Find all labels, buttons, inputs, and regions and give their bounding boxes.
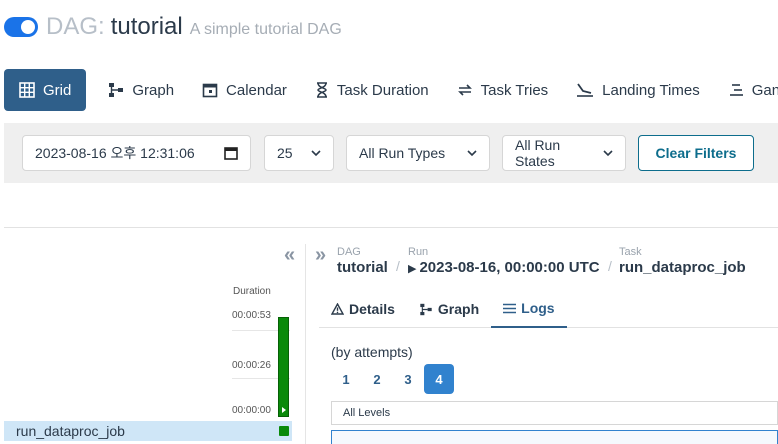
log-level-value: All Levels <box>343 407 391 419</box>
tab-logs[interactable]: Logs <box>491 290 567 328</box>
tab-gantt-label: Gantt <box>751 81 778 99</box>
execution-date-value: 2023-08-16 오후 12:31:06 <box>35 145 195 161</box>
dag-id: tutorial <box>110 13 183 40</box>
chevron-down-icon <box>603 149 613 157</box>
play-icon: ▶ <box>408 263 417 275</box>
dag-header: DAG: tutorial A simple tutorial DAG <box>4 10 342 44</box>
tab-task-duration[interactable]: Task Duration <box>301 69 443 111</box>
tab-detail-graph-label: Graph <box>437 301 480 317</box>
graph-icon <box>419 303 433 316</box>
log-level-select[interactable]: All Levels <box>331 401 778 425</box>
run-type-value: All Run Types <box>359 145 446 161</box>
dag-description: A simple tutorial DAG <box>189 21 342 38</box>
dag-pause-toggle[interactable] <box>4 17 38 37</box>
attempt-button-1[interactable]: 1 <box>331 364 361 394</box>
tab-details-label: Details <box>349 301 395 317</box>
tab-grid-label: Grid <box>43 81 72 99</box>
dag-prefix: DAG: <box>46 13 105 40</box>
play-icon <box>282 407 286 413</box>
breadcrumb-run-label: Run <box>408 246 429 258</box>
attempt-button-2[interactable]: 2 <box>362 364 392 394</box>
detail-tabs: Details Graph Logs <box>319 290 778 328</box>
breadcrumb-dag-label: DAG <box>337 246 361 258</box>
calendar-picker-icon[interactable] <box>224 146 238 160</box>
breadcrumb-task[interactable]: Task run_dataproc_job <box>619 246 746 276</box>
filter-bar: 2023-08-16 오후 12:31:06 25 All Run Types … <box>4 123 778 183</box>
warning-icon <box>331 303 344 315</box>
num-runs-select[interactable]: 25 <box>264 135 334 171</box>
duration-tick-mid: 00:00:26 <box>232 360 271 371</box>
tab-landing-times[interactable]: Landing Times <box>562 69 714 111</box>
duration-tick-zero: 00:00:00 <box>232 405 271 416</box>
duration-axis-label: Duration <box>233 286 271 297</box>
tab-logs-label: Logs <box>521 300 555 316</box>
tab-graph[interactable]: Graph <box>94 69 188 111</box>
run-state-select[interactable]: All Run States <box>502 135 626 171</box>
duration-tick-max: 00:00:53 <box>232 310 271 321</box>
task-row[interactable]: run_dataproc_job <box>4 421 292 441</box>
tab-calendar-label: Calendar <box>226 81 287 99</box>
breadcrumb-run-value: 2023-08-16, 00:00:00 UTC <box>419 259 600 276</box>
tab-detail-graph[interactable]: Graph <box>407 290 491 328</box>
breadcrumb-run-row: ▶ 2023-08-16, 00:00:00 UTC <box>408 259 600 276</box>
run-state-value: All Run States <box>515 137 561 169</box>
tab-details[interactable]: Details <box>319 290 407 328</box>
landing-icon <box>576 82 594 98</box>
execution-date-input[interactable]: 2023-08-16 오후 12:31:06 <box>22 135 251 171</box>
chevron-down-icon <box>311 149 321 157</box>
hourglass-icon <box>315 82 329 98</box>
gantt-icon <box>728 82 744 98</box>
num-runs-value: 25 <box>277 145 293 161</box>
tab-calendar[interactable]: Calendar <box>188 69 301 111</box>
tab-landing-times-label: Landing Times <box>602 81 700 99</box>
breadcrumb-dag[interactable]: DAG tutorial <box>337 246 388 276</box>
tab-grid[interactable]: Grid <box>4 69 87 111</box>
panel-splitter[interactable] <box>305 244 306 444</box>
section-divider <box>4 227 778 228</box>
tab-task-tries-label: Task Tries <box>480 81 549 99</box>
tab-gantt[interactable]: Gantt <box>714 69 778 111</box>
breadcrumb-separator: / <box>608 258 612 274</box>
breadcrumb-dag-value: tutorial <box>337 259 388 276</box>
breadcrumb-separator: / <box>396 258 400 274</box>
attempt-button-4[interactable]: 4 <box>424 364 454 394</box>
attempts-label: (by attempts) <box>331 344 413 360</box>
dag-run-duration-bar[interactable] <box>278 317 289 417</box>
attempt-button-3[interactable]: 3 <box>393 364 423 394</box>
list-icon <box>503 303 517 314</box>
breadcrumb-task-value: run_dataproc_job <box>619 259 746 276</box>
tab-task-tries[interactable]: Task Tries <box>443 69 563 111</box>
calendar-icon <box>202 82 218 98</box>
retry-icon <box>457 82 473 98</box>
clear-filters-button[interactable]: Clear Filters <box>638 135 754 171</box>
breadcrumb-run[interactable]: Run ▶ 2023-08-16, 00:00:00 UTC <box>408 246 600 276</box>
tab-graph-label: Graph <box>132 81 175 99</box>
task-instance-status-box[interactable] <box>279 426 289 436</box>
toggle-knob <box>21 20 35 34</box>
task-name: run_dataproc_job <box>16 423 125 439</box>
run-type-select[interactable]: All Run Types <box>346 135 490 171</box>
expand-details-icon[interactable]: » <box>315 244 326 267</box>
tab-task-duration-label: Task Duration <box>336 81 429 99</box>
view-tabs: Grid Graph Calendar Task Duration Task T… <box>4 69 778 111</box>
breadcrumb-task-label: Task <box>619 246 642 258</box>
graph-icon <box>108 82 124 98</box>
log-output[interactable] <box>331 430 778 444</box>
collapse-grid-icon[interactable]: « <box>284 244 295 267</box>
chevron-down-icon <box>467 149 477 157</box>
grid-icon <box>19 82 35 98</box>
